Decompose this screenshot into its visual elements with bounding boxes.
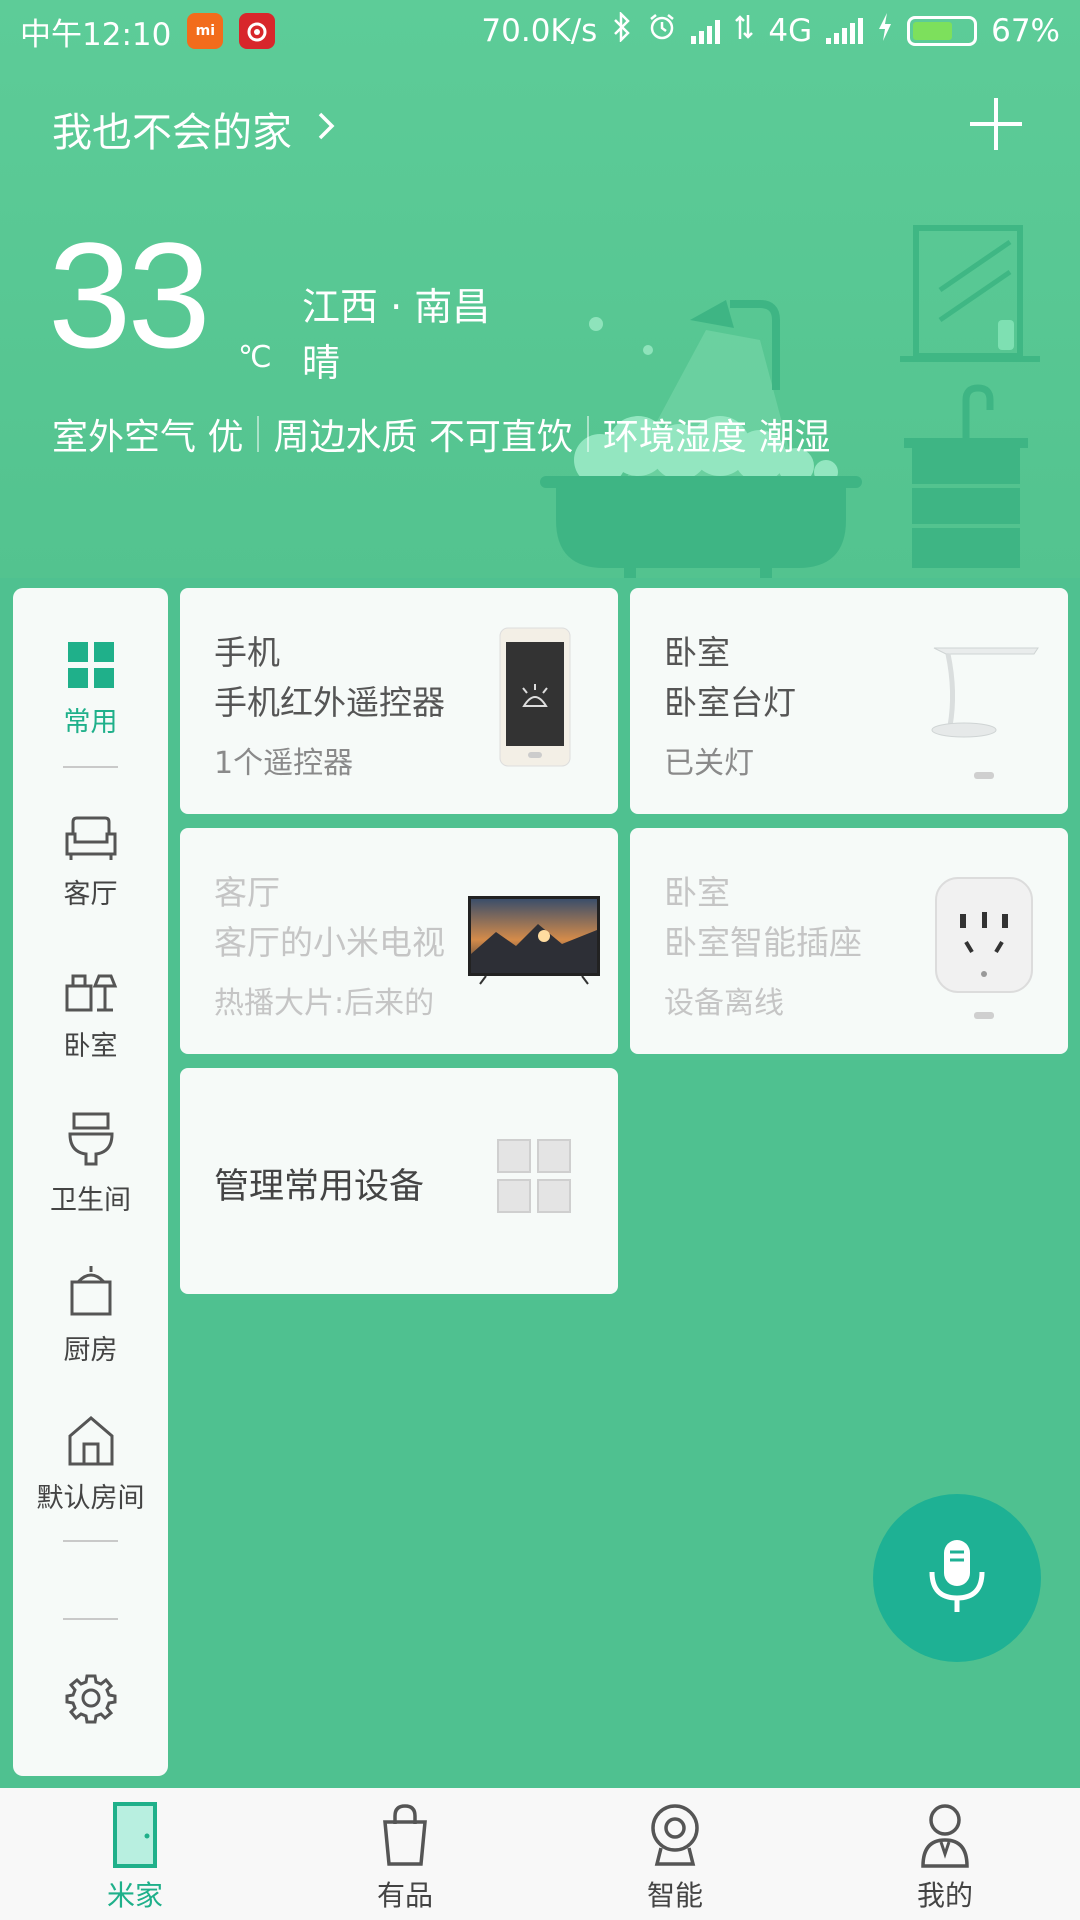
divider [586, 416, 589, 452]
tab-label: 智能 [646, 1879, 703, 1912]
water-quality: 周边水质 不可直饮 [273, 417, 573, 458]
device-card-mi-tv[interactable]: 客厅 客厅的小米电视 热播大片:后来的 [180, 828, 618, 1054]
device-card-smart-plug[interactable]: 卧室 卧室智能插座 设备离线 [630, 828, 1068, 1054]
device-status: 1个遥控器 [214, 746, 354, 781]
status-indicator [974, 772, 994, 779]
room-label: 厨房 [63, 1335, 118, 1366]
device-room: 卧室 [664, 873, 730, 912]
device-status: 热播大片:后来的 [214, 986, 435, 1021]
home-selector[interactable]: 我也不会的家 [52, 100, 336, 158]
room-item-default[interactable]: 默认房间 [13, 1414, 168, 1515]
bottom-tab-bar: 米家 有品 智能 我的 [0, 1788, 1080, 1920]
room-settings-button[interactable] [13, 1672, 168, 1734]
divider [63, 1540, 118, 1542]
room-label: 卧室 [63, 1031, 118, 1062]
device-room: 手机 [214, 633, 280, 672]
tab-smart[interactable]: 智能 [540, 1788, 810, 1920]
manage-devices-card[interactable]: 管理常用设备 [180, 1068, 618, 1294]
device-room: 卧室 [664, 633, 730, 672]
air-quality: 室外空气 优 [52, 417, 244, 458]
status-time: 中午12:10 [20, 16, 172, 53]
tab-mijia[interactable]: 米家 [0, 1788, 270, 1920]
environment-summary[interactable]: 室外空气 优 周边水质 不可直饮 环境湿度 潮湿 [52, 408, 830, 460]
room-label: 客厅 [63, 879, 118, 910]
network-type: 4G [768, 13, 813, 49]
alarm-icon [647, 12, 677, 50]
mi-app-icon: mi [187, 13, 224, 49]
room-item-living-room[interactable]: 客厅 [13, 814, 168, 911]
gear-icon [65, 1674, 116, 1724]
weather-condition: 晴 [302, 341, 341, 385]
phone-icon [499, 627, 571, 767]
device-status: 设备离线 [664, 986, 784, 1021]
charging-icon [877, 13, 893, 49]
room-label: 默认房间 [36, 1483, 145, 1514]
device-name: 卧室智能插座 [664, 923, 862, 962]
temperature-unit: ℃ [238, 340, 272, 375]
tab-profile[interactable]: 我的 [810, 1788, 1080, 1920]
device-status: 已关灯 [664, 746, 754, 781]
door-icon [113, 1802, 157, 1868]
tab-label: 我的 [916, 1879, 973, 1912]
grid-outline-icon [497, 1139, 571, 1213]
tab-label: 有品 [376, 1879, 433, 1912]
room-item-bedroom[interactable]: 卧室 [13, 962, 168, 1063]
room-item-bathroom[interactable]: 卫生间 [13, 1112, 168, 1217]
person-icon [921, 1804, 969, 1868]
home-name: 我也不会的家 [52, 110, 292, 156]
device-name: 客厅的小米电视 [214, 923, 445, 962]
voice-assistant-button[interactable] [873, 1494, 1041, 1662]
status-indicator [974, 1012, 994, 1019]
room-label: 常用 [63, 707, 118, 738]
humidity: 环境湿度 潮湿 [602, 417, 831, 458]
room-sidebar: 常用 客厅 卧室 卫生间 厨房 默认房间 [13, 588, 168, 1776]
grid-icon [67, 642, 114, 688]
divider [257, 416, 260, 452]
weather-location: 江西 · 南昌 [302, 285, 491, 329]
device-name: 手机红外遥控器 [214, 683, 445, 722]
toilet-icon [67, 1112, 114, 1166]
tab-label: 米家 [106, 1879, 163, 1912]
house-icon [68, 1416, 113, 1466]
battery-percent: 67% [991, 13, 1060, 49]
camera-icon [651, 1804, 699, 1866]
chevron-right-icon [316, 106, 336, 152]
device-card-phone-remote[interactable]: 手机 手机红外遥控器 1个遥控器 [180, 588, 618, 814]
hd-signal-icon [691, 18, 721, 44]
net-speed: 70.0K/s [481, 13, 598, 49]
temperature: 33 [48, 211, 211, 379]
device-room: 客厅 [214, 873, 280, 912]
mi-badge-text: mi [195, 23, 216, 39]
bag-icon [383, 1804, 427, 1866]
tab-youpin[interactable]: 有品 [270, 1788, 540, 1920]
desk-lamp-icon [931, 647, 1039, 738]
microphone-icon [929, 1540, 985, 1612]
battery-icon [907, 16, 978, 46]
pot-icon [70, 1266, 111, 1316]
bathroom-illustration [540, 225, 1040, 578]
music-app-icon [239, 13, 276, 49]
device-card-desk-lamp[interactable]: 卧室 卧室台灯 已关灯 [630, 588, 1068, 814]
room-item-kitchen[interactable]: 厨房 [13, 1264, 168, 1367]
manage-devices-label: 管理常用设备 [214, 1167, 425, 1207]
smart-plug-icon [935, 877, 1033, 993]
sofa-icon [65, 816, 116, 860]
device-name: 卧室台灯 [664, 683, 796, 722]
room-label: 卫生间 [50, 1185, 131, 1216]
divider [63, 1618, 118, 1620]
data-transfer-icon [734, 13, 754, 49]
cell-signal-icon [826, 18, 864, 44]
tv-icon [468, 896, 600, 985]
add-device-button[interactable] [968, 96, 1024, 152]
status-bar: 中午12:10 mi 70.0K/s 4G 67% [0, 0, 1080, 62]
bedroom-lamp-icon [65, 974, 117, 1012]
bluetooth-icon [611, 10, 633, 50]
divider [63, 766, 118, 768]
room-item-common[interactable]: 常用 [13, 640, 168, 739]
